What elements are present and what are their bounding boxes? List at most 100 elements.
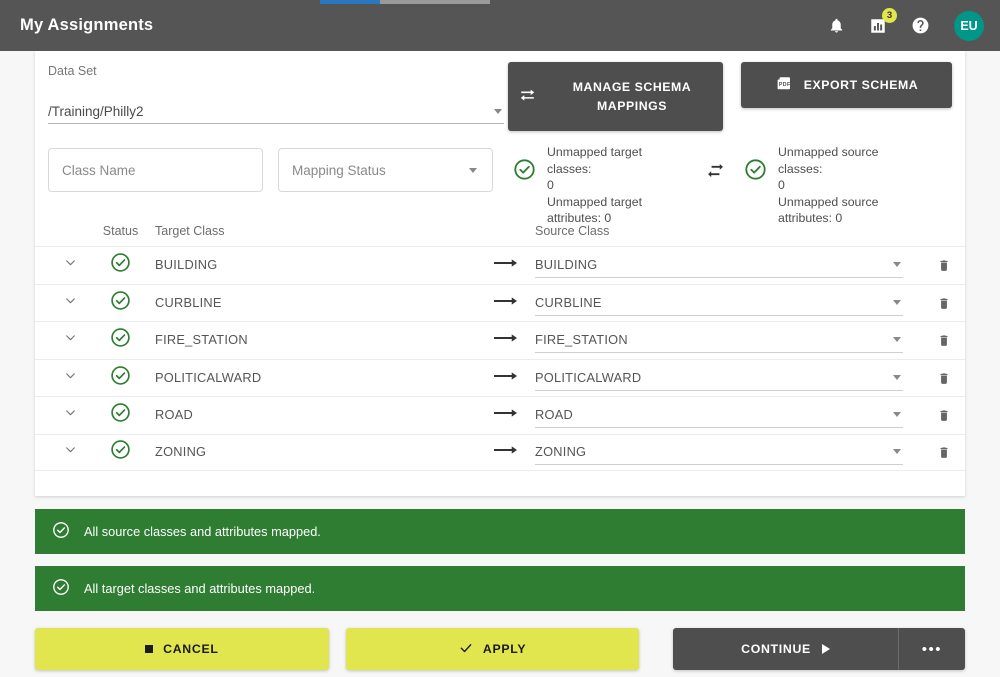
continue-more-button[interactable]: ••• [898, 628, 965, 670]
chevron-down-icon [893, 412, 901, 418]
expand-row-button[interactable] [48, 256, 94, 274]
maps-to-arrow-icon [477, 294, 533, 312]
delete-mapping-button[interactable] [923, 370, 965, 386]
cancel-button[interactable]: CANCEL [35, 628, 329, 670]
reports-badge: 3 [882, 7, 897, 23]
source-class-select[interactable]: POLITICALWARD [535, 365, 903, 391]
check-circle-icon [110, 328, 131, 352]
mapping-status-summary: Unmapped target classes: 0 Unmapped targ… [513, 144, 918, 227]
source-class-select[interactable]: CURBLINE [535, 290, 903, 316]
swap-horizontal-icon [518, 86, 537, 108]
table-row: CURBLINE CURBLINE [35, 283, 965, 322]
chevron-down-icon [64, 406, 77, 424]
check-circle-icon [52, 578, 70, 599]
export-schema-button[interactable]: PDF EXPORT SCHEMA [741, 62, 952, 108]
target-mapped-banner: All target classes and attributes mapped… [35, 566, 965, 611]
delete-mapping-button[interactable] [923, 444, 965, 460]
avatar[interactable]: EU [954, 10, 984, 41]
source-class-value: ROAD [535, 407, 573, 423]
status-column-header: Status [102, 224, 139, 238]
apply-label: APPLY [482, 642, 527, 656]
apply-button[interactable]: APPLY [345, 628, 640, 670]
row-status [94, 290, 147, 316]
delete-mapping-button[interactable] [923, 407, 965, 423]
expand-row-button[interactable] [48, 369, 94, 387]
manage-schema-mappings-button[interactable]: MANAGE SCHEMA MAPPINGS [508, 62, 723, 131]
chevron-down-icon [893, 299, 901, 305]
check-circle-icon [110, 291, 131, 315]
expand-row-button[interactable] [48, 331, 94, 349]
dataset-field-group: Data Set /Training/Philly2 [48, 64, 504, 124]
dataset-select[interactable]: /Training/Philly2 [48, 99, 504, 124]
target-summary-text: Unmapped target classes: 0 Unmapped targ… [547, 144, 687, 227]
reports-button[interactable]: 3 [866, 7, 897, 38]
chevron-down-icon [893, 262, 901, 268]
source-classes-label: Unmapped source classes: [778, 145, 879, 176]
maps-to-arrow-icon [477, 369, 533, 387]
expand-row-button[interactable] [48, 294, 94, 312]
table-header-row: Status Target Class Source Class [35, 216, 965, 246]
manage-schema-label: MANAGE SCHEMA MAPPINGS [572, 79, 692, 113]
help-button[interactable] [908, 14, 932, 38]
target-class-name: POLITICALWARD [155, 369, 262, 385]
source-summary: Unmapped source classes: 0 Unmapped sour… [744, 144, 918, 227]
page-title: My Assignments [20, 16, 154, 34]
target-mapped-text: All target classes and attributes mapped… [84, 581, 316, 596]
source-class-select[interactable]: ROAD [535, 402, 903, 429]
target-classes-label: Unmapped target classes: [547, 145, 643, 176]
chevron-down-icon [64, 256, 77, 274]
source-class-select[interactable]: ZONING [535, 439, 903, 466]
chevron-down-icon [64, 369, 77, 387]
bell-icon [828, 16, 845, 35]
export-schema-label: EXPORT SCHEMA [803, 78, 919, 92]
maps-to-arrow-icon [477, 256, 533, 274]
app-root: My Assignments 3 EU Data Set /Training/P… [0, 0, 1000, 677]
table-row: ROAD ROAD [35, 396, 965, 434]
stop-square-icon [145, 645, 154, 653]
target-class-name: ZONING [155, 444, 207, 460]
check-circle-icon [513, 158, 536, 186]
target-classes-count: 0 [547, 178, 554, 192]
maps-to-arrow-icon [477, 443, 533, 461]
source-class-value: POLITICALWARD [535, 369, 642, 385]
dataset-value: /Training/Philly2 [48, 103, 144, 119]
play-arrow-icon [821, 644, 830, 654]
chevron-down-icon [469, 167, 477, 173]
source-mapped-text: All source classes and attributes mapped… [84, 524, 321, 539]
continue-button[interactable]: CONTINUE [673, 628, 899, 670]
class-name-input[interactable]: Class Name [48, 148, 263, 192]
target-class-name: BUILDING [155, 257, 218, 273]
expand-row-button[interactable] [48, 406, 94, 424]
table-row: ZONING ZONING [35, 433, 965, 471]
page-progress-bar [320, 0, 490, 4]
checkmark-icon [459, 641, 473, 658]
schema-mapping-card: Data Set /Training/Philly2 Class Name Ma… [35, 51, 965, 496]
svg-text:PDF: PDF [779, 81, 791, 87]
row-status [94, 365, 147, 391]
source-class-select[interactable]: BUILDING [535, 252, 903, 279]
chevron-down-icon [494, 108, 502, 114]
notifications-button[interactable] [824, 14, 848, 38]
source-class-value: ZONING [535, 444, 587, 460]
left-rail-spacer [0, 51, 35, 677]
expand-row-button[interactable] [48, 443, 94, 461]
source-class-column-header: Source Class [535, 224, 610, 238]
chevron-down-icon [893, 449, 901, 455]
card-controls: Data Set /Training/Philly2 Class Name Ma… [35, 51, 965, 225]
delete-mapping-button[interactable] [923, 332, 965, 348]
target-class-name: CURBLINE [155, 294, 222, 310]
row-status [94, 252, 147, 278]
check-circle-icon [744, 158, 767, 186]
source-class-value: FIRE_STATION [535, 332, 628, 348]
target-attributes-label: Unmapped target [547, 194, 643, 209]
delete-mapping-button[interactable] [923, 295, 965, 311]
swap-vertical-arrows-icon [705, 160, 726, 186]
source-class-select[interactable]: FIRE_STATION [535, 327, 903, 354]
cancel-label: CANCEL [163, 642, 219, 656]
source-attributes-label: Unmapped source [778, 194, 879, 209]
class-name-placeholder: Class Name [62, 162, 136, 178]
delete-mapping-button[interactable] [923, 257, 965, 273]
mapping-status-select[interactable]: Mapping Status [278, 148, 493, 192]
chevron-down-icon [64, 443, 77, 461]
row-status [94, 402, 147, 428]
